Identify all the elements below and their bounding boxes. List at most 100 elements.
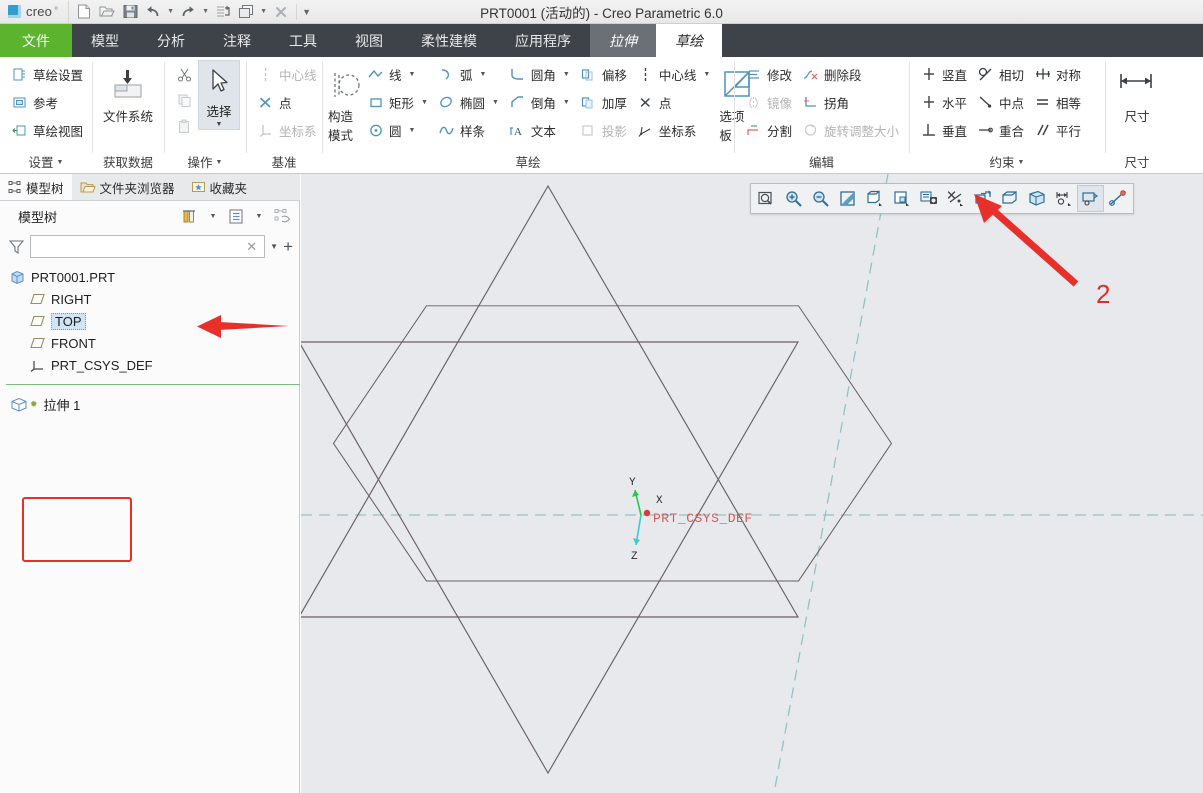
text-button[interactable]: A 文本 [504,116,575,144]
tree-item-datum-front[interactable]: FRONT [6,332,299,354]
modify-button[interactable]: 修改 [740,60,797,88]
divide-button[interactable]: 分割 [740,116,797,144]
tree-display-icon[interactable] [271,205,293,227]
copy-icon[interactable] [172,88,196,113]
reference-button[interactable]: 参考 [6,88,88,116]
new-file-icon[interactable] [73,2,95,22]
select-button[interactable]: 选择 ▼ [198,60,240,130]
tree-filter-settings-caret-icon[interactable]: ▼ [207,205,219,227]
tab-view[interactable]: 视图 [336,24,402,57]
spline-button[interactable]: 样条 [433,116,504,144]
corner-button[interactable]: 拐角 [797,88,904,116]
customize-qat-icon[interactable]: ▼ [301,2,312,22]
refit-icon[interactable] [753,185,780,212]
chamfer-button[interactable]: 倒角 ▼ [504,88,575,116]
line-caret-icon[interactable]: ▼ [409,71,416,78]
parallel-constraint-button[interactable]: 平行 [1029,116,1086,144]
open-file-icon[interactable] [96,2,118,22]
cut-icon[interactable] [172,62,196,87]
offset-button[interactable]: 偏移 [575,60,632,88]
funnel-icon[interactable] [8,238,25,255]
select-caret-icon[interactable]: ▼ [216,120,223,129]
tab-model[interactable]: 模型 [72,24,138,57]
datum-point-button[interactable]: 点 [252,88,322,116]
chevron-down-icon[interactable]: ▼ [1018,153,1025,173]
ribbon-group-setup-title[interactable]: 设置 ▼ [6,153,86,173]
repaint-icon[interactable] [834,185,861,212]
tab-file[interactable]: 文件 [0,24,72,57]
fillet-caret-icon[interactable]: ▼ [563,71,570,78]
thicken-button[interactable]: 加厚 [575,88,632,116]
perspective-icon[interactable] [1023,185,1050,212]
nav-tab-model-tree[interactable]: 模型树 [0,174,72,200]
tab-analysis[interactable]: 分析 [138,24,204,57]
undo-caret-icon[interactable]: ▼ [165,2,176,22]
save-icon[interactable] [119,2,141,22]
tab-flexible-modeling[interactable]: 柔性建模 [402,24,496,57]
equal-constraint-button[interactable]: 相等 [1029,88,1086,116]
horizontal-constraint-button[interactable]: 水平 [915,88,972,116]
window-switch-caret-icon[interactable]: ▼ [258,2,269,22]
symmetric-constraint-button[interactable]: 对称 [1029,60,1086,88]
datum-centerline-button[interactable]: 中心线 [252,60,322,88]
sketch-centerline-caret-icon[interactable]: ▼ [703,71,710,78]
view-manager-icon[interactable] [915,185,942,212]
circle-caret-icon[interactable]: ▼ [409,127,416,134]
tangent-constraint-button[interactable]: 相切 [972,60,1029,88]
midpoint-constraint-button[interactable]: 中点 [972,88,1029,116]
tab-extrude[interactable]: 拉伸 [590,24,656,57]
window-switch-icon[interactable] [235,2,257,22]
tab-sketch[interactable]: 草绘 [656,24,722,57]
sketch-point-button[interactable]: 点 [632,88,715,116]
tab-annotate[interactable]: 注释 [204,24,270,57]
ribbon-group-operations-title[interactable]: 操作 ▼ [170,153,240,173]
clear-icon[interactable]: ✕ [243,239,260,255]
model-tree-search-box[interactable]: ✕ [30,235,266,258]
regenerate-icon[interactable] [212,2,234,22]
undo-icon[interactable] [142,2,164,22]
nav-tab-favorites[interactable]: 收藏夹 [183,174,256,200]
perpendicular-constraint-button[interactable]: 垂直 [915,116,972,144]
sketch-display-icon[interactable] [969,185,996,212]
tree-item-extrude-feature[interactable]: ✹ 拉伸 1 [6,393,299,415]
chevron-down-icon[interactable]: ▼ [216,153,223,173]
ellipse-caret-icon[interactable]: ▼ [492,99,499,106]
tree-item-part-root[interactable]: PRT0001.PRT [6,266,299,288]
sketch-setup-button[interactable]: 草绘设置 [6,60,88,88]
arc-button[interactable]: 弧 ▼ [433,60,504,88]
sketch-centerline-button[interactable]: 中心线 ▼ [632,60,715,88]
search-input[interactable] [35,239,244,254]
fillet-button[interactable]: 圆角 ▼ [504,60,575,88]
file-system-button[interactable]: 文件系统 [98,60,158,125]
saved-views-icon[interactable] [888,185,915,212]
spin-center-icon[interactable] [1077,185,1104,212]
line-button[interactable]: 线 ▼ [362,60,433,88]
construction-mode-button[interactable]: 构造模式 [328,60,362,144]
display-style-icon[interactable] [996,185,1023,212]
sketch-view-button[interactable]: 草绘视图 [6,116,88,144]
vertical-constraint-button[interactable]: 竖直 [915,60,972,88]
dimension-button[interactable]: 尺寸 [1114,60,1160,125]
search-caret-icon[interactable]: ▼ [270,242,278,251]
tree-item-csys[interactable]: PRT_CSYS_DEF [6,354,299,376]
sketch-csys-button[interactable]: 坐标系 [632,116,715,144]
tab-applications[interactable]: 应用程序 [496,24,590,57]
add-icon[interactable]: + [283,238,293,255]
datum-csys-button[interactable]: 坐标系 [252,116,322,144]
mirror-button[interactable]: 镜像 [740,88,797,116]
paste-icon[interactable] [172,114,196,139]
tab-tools[interactable]: 工具 [270,24,336,57]
redo-caret-icon[interactable]: ▼ [200,2,211,22]
graphics-viewport[interactable]: Y X Z PRT_CSYS_DEF 2 [301,174,1203,793]
tree-item-datum-right[interactable]: RIGHT [6,288,299,310]
datum-display-icon[interactable] [942,185,969,212]
coincident-constraint-button[interactable]: 重合 [972,116,1029,144]
project-button[interactable]: 投影 [575,116,632,144]
circle-button[interactable]: 圆 ▼ [362,116,433,144]
annotation-display-icon[interactable] [1050,185,1077,212]
ribbon-group-constraints-title[interactable]: 约束 ▼ [915,153,1099,173]
tree-item-datum-top[interactable]: TOP [6,310,299,332]
zoom-out-icon[interactable] [807,185,834,212]
rotate-resize-button[interactable]: 旋转调整大小 [797,116,904,144]
zoom-in-icon[interactable] [780,185,807,212]
